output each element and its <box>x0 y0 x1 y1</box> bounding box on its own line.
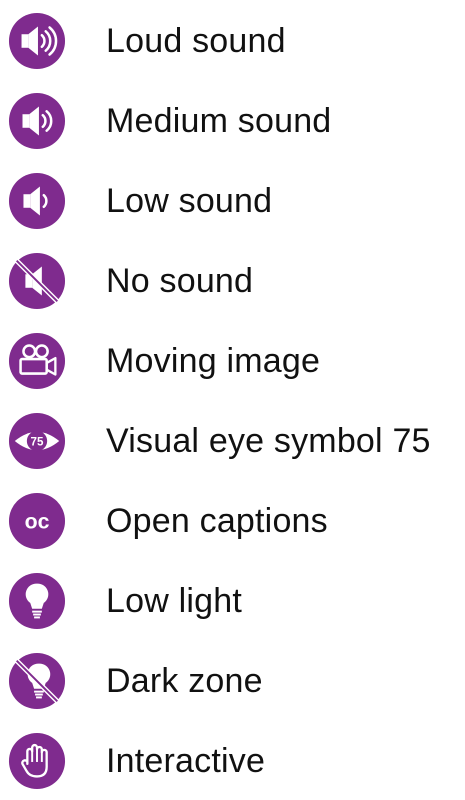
medium-sound-icon <box>8 92 66 150</box>
legend-label: Dark zone <box>106 662 263 700</box>
legend-label: Loud sound <box>106 22 286 60</box>
legend-label: No sound <box>106 262 254 300</box>
legend-label: Low light <box>106 582 242 620</box>
eye-badge-text: 75 <box>31 435 44 448</box>
legend-row-low-light: Low light <box>0 560 465 640</box>
dark-zone-icon <box>8 652 66 710</box>
legend-row-low-sound: Low sound <box>0 160 465 240</box>
legend-row-loud-sound: Loud sound <box>0 0 465 80</box>
no-sound-icon <box>8 252 66 310</box>
legend-label: Interactive <box>106 742 266 780</box>
open-captions-icon: oc <box>8 492 66 550</box>
low-sound-icon <box>8 172 66 230</box>
legend-label: Low sound <box>106 182 273 220</box>
low-light-icon <box>8 572 66 630</box>
legend-row-no-sound: No sound <box>0 240 465 320</box>
icon-legend: Loud sound Medium sound Low sound No sou… <box>0 0 465 790</box>
legend-label: Moving image <box>106 342 321 380</box>
legend-label: Open captions <box>106 502 328 540</box>
legend-row-visual-eye: 75 Visual eye symbol 75 <box>0 400 465 480</box>
legend-label: Medium sound <box>106 102 332 140</box>
loud-sound-icon <box>8 12 66 70</box>
moving-image-icon <box>8 332 66 390</box>
legend-row-dark-zone: Dark zone <box>0 640 465 720</box>
legend-row-medium-sound: Medium sound <box>0 80 465 160</box>
visual-eye-icon: 75 <box>8 412 66 470</box>
captions-badge-text: oc <box>25 510 50 534</box>
interactive-hand-icon <box>8 732 66 790</box>
legend-row-interactive: Interactive <box>0 720 465 800</box>
legend-row-moving-image: Moving image <box>0 320 465 400</box>
legend-label: Visual eye symbol 75 <box>106 422 431 460</box>
legend-row-open-captions: oc Open captions <box>0 480 465 560</box>
